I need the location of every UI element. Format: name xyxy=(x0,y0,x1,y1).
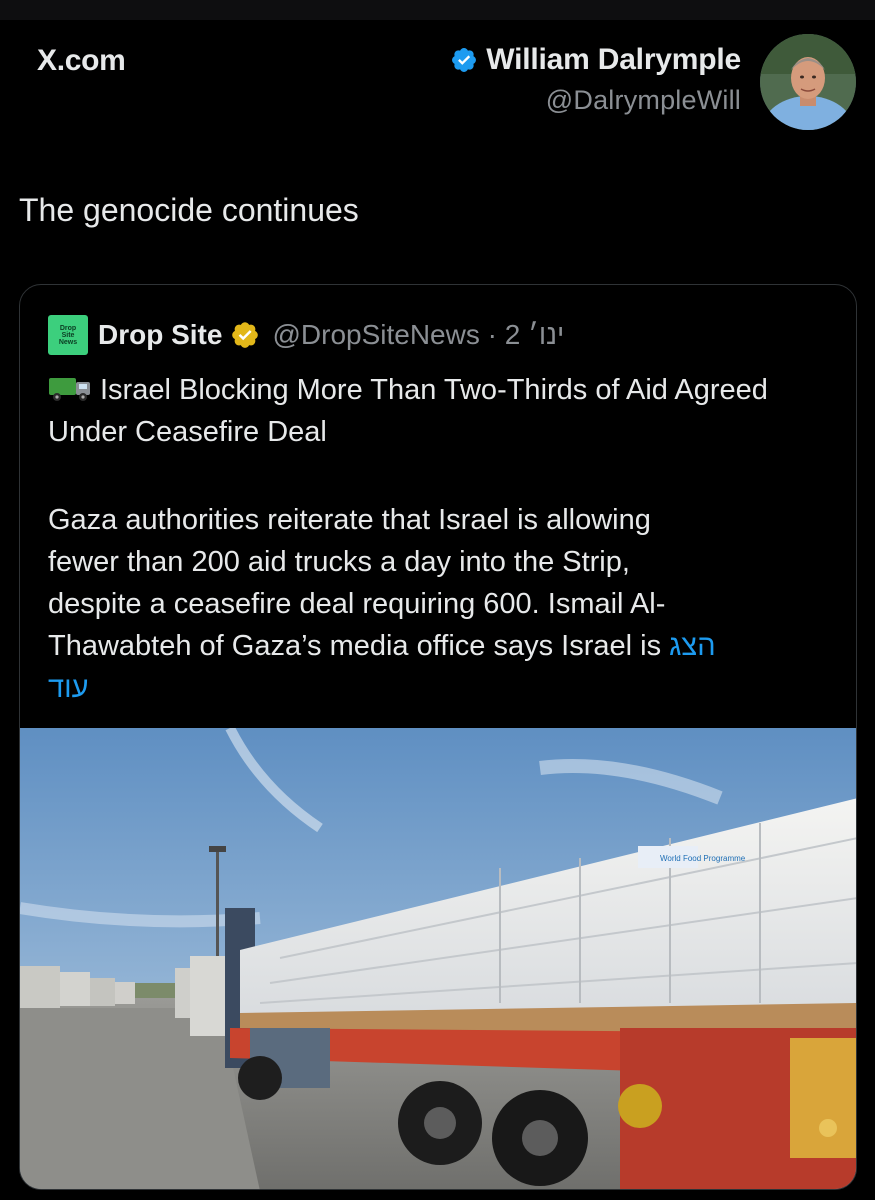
author-handle: @DalrympleWill xyxy=(545,85,741,115)
quote-body-line-text: Thawabteh of Gaza’s media office says Is… xyxy=(48,630,670,662)
quote-body: Gaza authorities reiterate that Israel i… xyxy=(48,499,848,709)
drop-site-logo[interactable]: Drop Site News xyxy=(48,315,88,355)
truck-emoji-icon xyxy=(49,378,90,401)
quote-body-line: despite a ceasefire deal requiring 600. … xyxy=(48,588,666,620)
verified-blue-icon xyxy=(452,48,477,72)
top-strip xyxy=(0,0,875,20)
quote-body-line-last: Thawabteh of Gaza’s media office says Is… xyxy=(48,625,848,667)
quoted-tweet-card[interactable]: Drop Site News Drop Site @DropSiteNews ·… xyxy=(19,284,857,1190)
quote-handle-date[interactable]: @DropSiteNews · ינו׳ 2 xyxy=(272,319,564,351)
verified-gold-icon xyxy=(232,322,259,348)
author-name: William Dalrymple xyxy=(486,43,741,76)
show-more-link-2[interactable]: עוד xyxy=(48,667,848,709)
show-more-link[interactable]: הצג xyxy=(669,630,715,662)
aid-trucks-photo: World Food Programme xyxy=(20,728,856,1189)
quote-headline: Israel Blocking More Than Two-Thirds of … xyxy=(48,369,838,453)
site-label: X.com xyxy=(37,44,126,77)
author-block[interactable]: William Dalrymple @DalrympleWill xyxy=(450,43,741,116)
quote-header: Drop Site News Drop Site @DropSiteNews ·… xyxy=(48,315,564,355)
wfp-label: World Food Programme xyxy=(660,854,746,863)
tweet-text: The genocide continues xyxy=(19,192,359,228)
quote-photo[interactable]: World Food Programme xyxy=(20,728,856,1189)
quote-body-line: Gaza authorities reiterate that Israel i… xyxy=(48,504,651,536)
quote-author-name[interactable]: Drop Site xyxy=(98,319,222,351)
avatar[interactable] xyxy=(760,34,856,130)
logo-text-2: Site xyxy=(61,331,75,339)
quote-body-line: fewer than 200 aid trucks a day into the… xyxy=(48,546,630,578)
author-name-row: William Dalrymple xyxy=(450,43,741,77)
logo-text-3: News xyxy=(58,338,78,346)
quote-headline-text: Israel Blocking More Than Two-Thirds of … xyxy=(48,374,768,448)
logo-text-1: Drop xyxy=(59,324,77,332)
avatar-image xyxy=(760,34,856,130)
